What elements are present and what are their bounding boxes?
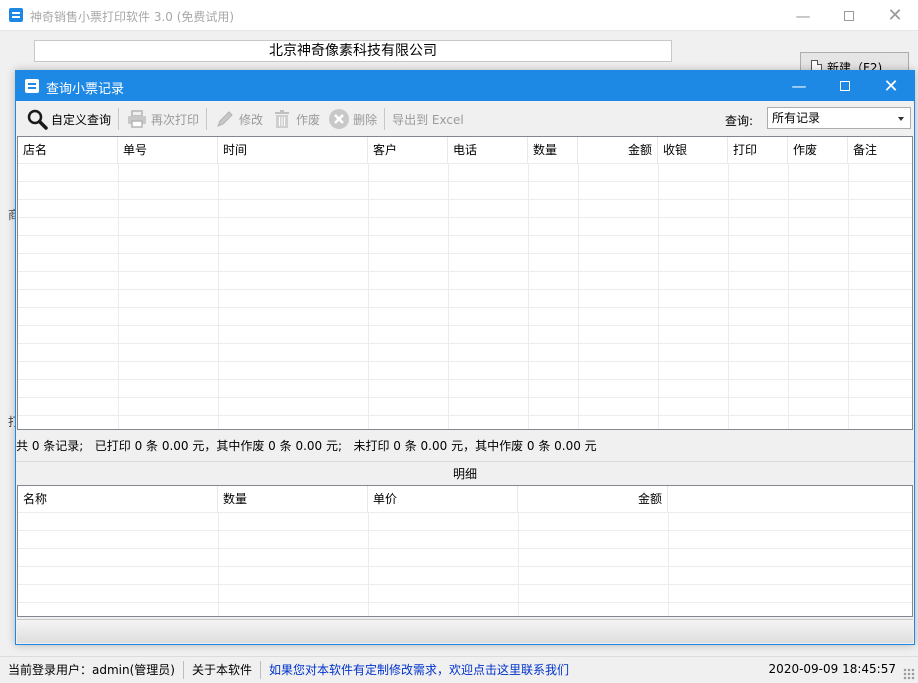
reprint-button[interactable]: 再次打印 — [122, 106, 203, 132]
search-icon — [26, 108, 48, 130]
maximize-icon — [840, 81, 850, 91]
column-header[interactable]: 名称 — [18, 486, 218, 512]
column-divider — [848, 163, 849, 429]
printer-icon — [126, 108, 148, 130]
contact-link[interactable]: 如果您对本软件有定制修改需求，欢迎点击这里联系我们 — [261, 661, 577, 679]
column-divider — [448, 163, 449, 429]
dialog-title: 查询小票记录 — [46, 82, 125, 97]
records-table[interactable]: 店名 单号 时间 客户 电话 数量 金额 收银 打印 作废 备注 — [17, 136, 913, 430]
main-window-title: 神奇销售小票打印软件 3.0 (免费试用) — [30, 10, 235, 24]
column-divider — [528, 163, 529, 429]
column-divider — [658, 163, 659, 429]
column-header[interactable]: 数量 — [218, 486, 368, 512]
dialog-minimize-button[interactable]: — — [776, 71, 822, 101]
column-header[interactable]: 收银 — [658, 137, 728, 163]
main-titlebar: 神奇销售小票打印软件 3.0 (免费试用) — ✕ — [0, 0, 918, 31]
query-filter-select[interactable]: 所有记录 — [767, 107, 911, 129]
column-divider — [728, 163, 729, 429]
maximize-button[interactable] — [826, 0, 872, 31]
status-datetime: 2020-09-09 18:45:57 — [768, 662, 896, 676]
void-label: 作废 — [296, 112, 321, 127]
pencil-icon — [214, 108, 236, 130]
column-header[interactable]: 打印 — [728, 137, 788, 163]
void-button[interactable]: 作废 — [267, 106, 324, 132]
column-header[interactable]: 备注 — [848, 137, 912, 163]
dialog-maximize-button[interactable] — [822, 71, 868, 101]
edit-button[interactable]: 修改 — [210, 106, 267, 132]
records-table-header: 店名 单号 时间 客户 电话 数量 金额 收银 打印 作废 备注 — [18, 137, 912, 163]
column-divider — [788, 163, 789, 429]
custom-query-button[interactable]: 自定义查询 — [22, 106, 115, 132]
column-divider — [368, 512, 369, 616]
delete-icon — [328, 108, 350, 130]
dialog-close-button[interactable]: ✕ — [868, 71, 914, 101]
toolbar-separator — [206, 108, 208, 130]
about-link[interactable]: 关于本软件 — [184, 661, 261, 679]
reprint-label: 再次打印 — [151, 112, 200, 127]
edit-label: 修改 — [239, 112, 264, 127]
column-header[interactable]: 作废 — [788, 137, 848, 163]
detail-table-body — [18, 512, 912, 616]
close-button[interactable]: ✕ — [872, 0, 918, 31]
column-header[interactable]: 时间 — [218, 137, 368, 163]
toolbar-separator — [384, 108, 386, 130]
query-filter-value: 所有记录 — [772, 111, 821, 125]
company-name-field[interactable]: 北京神奇像素科技有限公司 — [34, 40, 672, 62]
toolbar-separator — [118, 108, 120, 130]
column-header[interactable]: 金额 — [518, 486, 668, 512]
column-header[interactable]: 店名 — [18, 137, 118, 163]
detail-table-header: 名称 数量 单价 金额 — [18, 486, 912, 512]
current-user-text: 当前登录用户：admin(管理员) — [0, 661, 184, 679]
delete-button[interactable]: 删除 — [324, 106, 381, 132]
column-divider — [518, 512, 519, 616]
detail-section-label: 明细 — [16, 461, 914, 482]
column-divider — [368, 163, 369, 429]
statusbar: 当前登录用户：admin(管理员) 关于本软件 如果您对本软件有定制修改需求，欢… — [0, 656, 918, 683]
dialog-app-icon — [25, 79, 39, 93]
query-records-dialog: 查询小票记录 — ✕ 自定义查询 再次打印 修改 作废 删除 导出到 Excel… — [15, 70, 915, 645]
maximize-icon — [844, 10, 854, 21]
column-header[interactable]: 单号 — [118, 137, 218, 163]
records-summary: 共 0 条记录; 已打印 0 条 0.00 元，其中作废 0 条 0.00 元;… — [16, 439, 597, 453]
dialog-titlebar: 查询小票记录 — ✕ — [16, 71, 914, 101]
custom-query-label: 自定义查询 — [51, 112, 112, 127]
column-header[interactable]: 客户 — [368, 137, 448, 163]
column-header[interactable]: 金额 — [578, 137, 658, 163]
detail-table[interactable]: 名称 数量 单价 金额 — [17, 485, 913, 617]
dialog-toolbar: 自定义查询 再次打印 修改 作废 删除 导出到 Excel 查询: 所有记录 — [16, 102, 914, 136]
query-label: 查询: — [725, 114, 754, 128]
chevron-down-icon — [898, 117, 904, 121]
column-header[interactable]: 单价 — [368, 486, 518, 512]
column-header[interactable]: 数量 — [528, 137, 578, 163]
export-excel-label: 导出到 Excel — [392, 112, 464, 127]
delete-label: 删除 — [353, 112, 378, 127]
column-divider — [218, 163, 219, 429]
column-header[interactable]: 电话 — [448, 137, 528, 163]
column-divider — [218, 512, 219, 616]
dialog-bottom-bar — [17, 619, 913, 643]
column-divider — [118, 163, 119, 429]
records-table-body — [18, 163, 912, 429]
export-excel-button[interactable]: 导出到 Excel — [388, 106, 468, 132]
app-icon — [9, 8, 23, 22]
minimize-button[interactable]: — — [780, 0, 826, 31]
resize-grip[interactable] — [903, 668, 915, 680]
column-divider — [578, 163, 579, 429]
column-divider — [668, 512, 669, 616]
trash-icon — [271, 108, 293, 130]
